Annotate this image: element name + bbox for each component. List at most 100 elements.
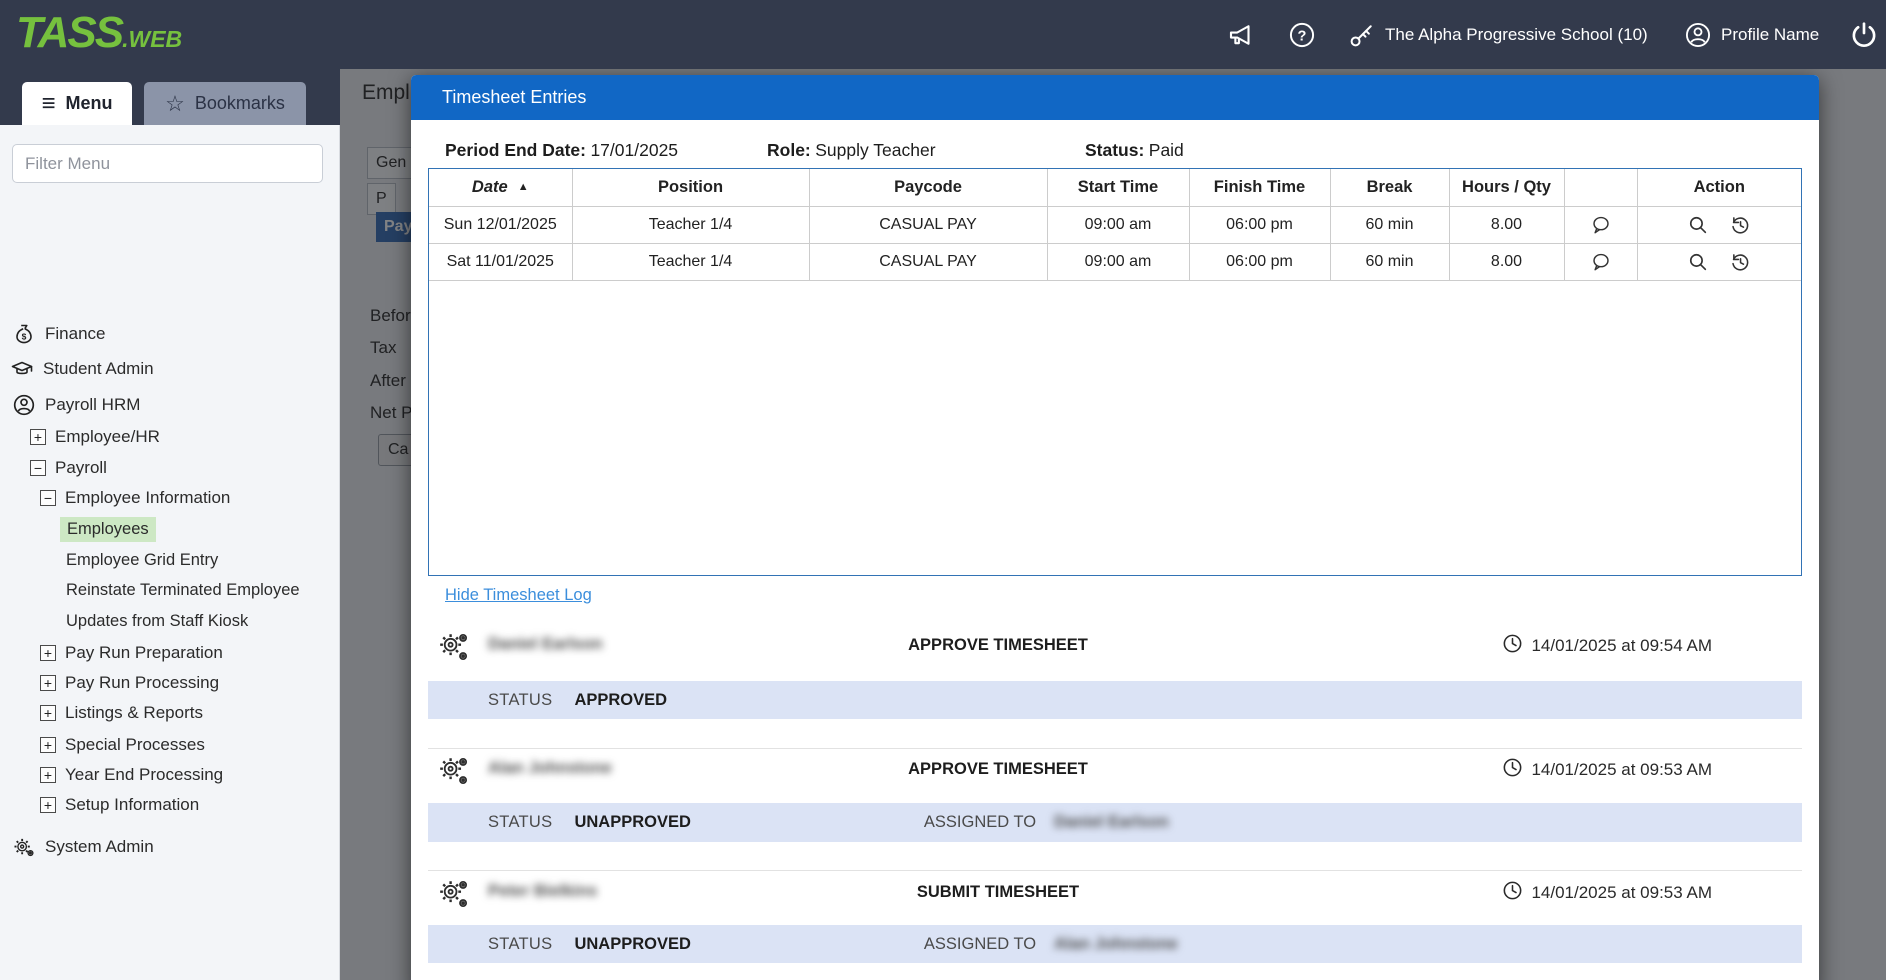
logout-button[interactable] <box>1848 0 1880 69</box>
sidebar-item-pay-run-preparation[interactable]: + Pay Run Preparation <box>40 643 223 663</box>
workflow-gears-icon <box>438 754 470 793</box>
sidebar-item-employee-information[interactable]: − Employee Information <box>40 488 230 508</box>
tab-bookmarks[interactable]: ☆ Bookmarks <box>144 82 306 125</box>
sidebar-item-student-admin[interactable]: Student Admin <box>10 357 154 381</box>
sidebar-item-reinstate-terminated-employee[interactable]: Reinstate Terminated Employee <box>66 581 300 600</box>
sidebar-item-pay-run-processing[interactable]: + Pay Run Processing <box>40 673 219 693</box>
cell-finish-time: 06:00 pm <box>1189 243 1330 280</box>
column-header-paycode[interactable]: Paycode <box>809 169 1047 206</box>
sidebar-item-label: Payroll <box>55 458 107 478</box>
column-header-hours-qty[interactable]: Hours / Qty <box>1449 169 1564 206</box>
collapse-icon[interactable]: − <box>40 490 56 506</box>
sidebar-item-label: Special Processes <box>65 735 205 755</box>
sidebar-item-finance[interactable]: $ Finance <box>12 322 105 346</box>
sidebar-item-payroll-hrm[interactable]: Payroll HRM <box>12 393 140 417</box>
modal-title: Timesheet Entries <box>442 87 586 108</box>
sidebar-item-label: Employee Grid Entry <box>66 551 218 570</box>
sidebar-item-label: Payroll HRM <box>45 395 140 415</box>
divider <box>428 748 1802 749</box>
collapse-icon[interactable]: − <box>30 460 46 476</box>
gears-icon <box>12 835 36 859</box>
sidebar-item-employee-grid-entry[interactable]: Employee Grid Entry <box>66 551 218 570</box>
sidebar-item-employees[interactable]: Employees <box>60 517 156 542</box>
timesheet-log-entry: Peter Bielkins SUBMIT TIMESHEET 14/01/20… <box>428 875 1802 911</box>
grad-cap-icon <box>10 357 34 381</box>
key-icon <box>1348 21 1376 49</box>
person-circle-icon <box>12 393 36 417</box>
log-status-bar: STATUS UNAPPROVED ASSIGNED TO Daniel Ear… <box>428 803 1802 842</box>
star-icon: ☆ <box>165 93 185 115</box>
comment-icon[interactable] <box>1590 214 1612 236</box>
column-header-start-time[interactable]: Start Time <box>1047 169 1189 206</box>
sidebar-item-label: Setup Information <box>65 795 199 815</box>
column-header-comment <box>1564 169 1637 206</box>
clock-icon <box>1502 633 1523 659</box>
logo-suffix-text: .WEB <box>122 26 182 53</box>
cell-hours-qty: 8.00 <box>1449 206 1564 243</box>
school-switcher[interactable]: The Alpha Progressive School (10) <box>1348 0 1648 69</box>
sidebar-item-system-admin[interactable]: System Admin <box>12 835 154 859</box>
expand-icon[interactable]: + <box>40 675 56 691</box>
sidebar-item-employee-hr[interactable]: + Employee/HR <box>30 427 160 447</box>
help-button[interactable]: ? <box>1288 0 1316 69</box>
tass-web-logo: TASS .WEB <box>16 8 182 62</box>
sidebar-item-special-processes[interactable]: + Special Processes <box>40 735 205 755</box>
expand-icon[interactable]: + <box>40 705 56 721</box>
comment-icon[interactable] <box>1590 251 1612 273</box>
sidebar-item-setup-information[interactable]: + Setup Information <box>40 795 199 815</box>
history-icon[interactable] <box>1729 214 1751 236</box>
view-details-icon[interactable] <box>1687 251 1709 273</box>
period-end-date-value: 17/01/2025 <box>590 140 678 160</box>
tab-menu[interactable]: ≡ Menu <box>22 82 132 125</box>
column-header-finish-time[interactable]: Finish Time <box>1189 169 1330 206</box>
cell-break: 60 min <box>1330 243 1449 280</box>
workflow-gears-icon <box>438 630 470 669</box>
sidebar-item-label-selected: Employees <box>60 517 156 542</box>
school-name-label: The Alpha Progressive School (10) <box>1385 25 1648 45</box>
assigned-to-label: ASSIGNED TO <box>924 813 1036 832</box>
sidebar: $ Finance Student Admin <box>0 125 340 980</box>
hide-timesheet-log-link[interactable]: Hide Timesheet Log <box>445 586 592 605</box>
divider <box>428 870 1802 871</box>
table-row: Sat 11/01/2025 Teacher 1/4 CASUAL PAY 09… <box>429 243 1801 280</box>
announcements-button[interactable] <box>1226 0 1256 69</box>
table-row: Sun 12/01/2025 Teacher 1/4 CASUAL PAY 09… <box>429 206 1801 243</box>
status-value: APPROVED <box>574 691 667 710</box>
sidebar-item-label: Pay Run Processing <box>65 673 219 693</box>
expand-icon[interactable]: + <box>40 737 56 753</box>
cell-start-time: 09:00 am <box>1047 243 1189 280</box>
expand-icon[interactable]: + <box>40 645 56 661</box>
column-header-break[interactable]: Break <box>1330 169 1449 206</box>
logo-text: TASS <box>16 8 122 58</box>
column-header-action: Action <box>1637 169 1801 206</box>
sidebar-item-label: Reinstate Terminated Employee <box>66 581 300 600</box>
status-value: Paid <box>1149 140 1184 160</box>
role-field: Role: Supply Teacher <box>767 140 936 161</box>
sidebar-tabstrip: ≡ Menu ☆ Bookmarks <box>0 69 340 125</box>
column-header-date[interactable]: Date▲ <box>429 169 572 206</box>
status-label: Status: <box>1085 140 1144 160</box>
log-timestamp: 14/01/2025 at 09:53 AM <box>1502 757 1712 783</box>
sidebar-item-label: Finance <box>45 324 105 344</box>
sidebar-item-payroll[interactable]: − Payroll <box>30 458 107 478</box>
sidebar-item-label: Updates from Staff Kiosk <box>66 612 248 631</box>
view-details-icon[interactable] <box>1687 214 1709 236</box>
timesheet-log-entry: Alan Johnstone APPROVE TIMESHEET 14/01/2… <box>428 752 1802 788</box>
app-window: TASS .WEB ? <box>0 0 1886 980</box>
workflow-gears-icon <box>438 877 470 916</box>
period-end-date-label: Period End Date: <box>445 140 586 160</box>
role-value: Supply Teacher <box>815 140 935 160</box>
sidebar-item-updates-from-staff-kiosk[interactable]: Updates from Staff Kiosk <box>66 612 248 631</box>
column-header-position[interactable]: Position <box>572 169 809 206</box>
profile-menu[interactable]: Profile Name <box>1684 0 1819 69</box>
expand-icon[interactable]: + <box>40 797 56 813</box>
cell-paycode: CASUAL PAY <box>809 243 1047 280</box>
sidebar-item-year-end-processing[interactable]: + Year End Processing <box>40 765 223 785</box>
history-icon[interactable] <box>1729 251 1751 273</box>
expand-icon[interactable]: + <box>30 429 46 445</box>
profile-name-label: Profile Name <box>1721 25 1819 45</box>
sidebar-item-listings-reports[interactable]: + Listings & Reports <box>40 703 203 723</box>
cell-break: 60 min <box>1330 206 1449 243</box>
expand-icon[interactable]: + <box>40 767 56 783</box>
filter-menu-input[interactable] <box>12 144 323 183</box>
